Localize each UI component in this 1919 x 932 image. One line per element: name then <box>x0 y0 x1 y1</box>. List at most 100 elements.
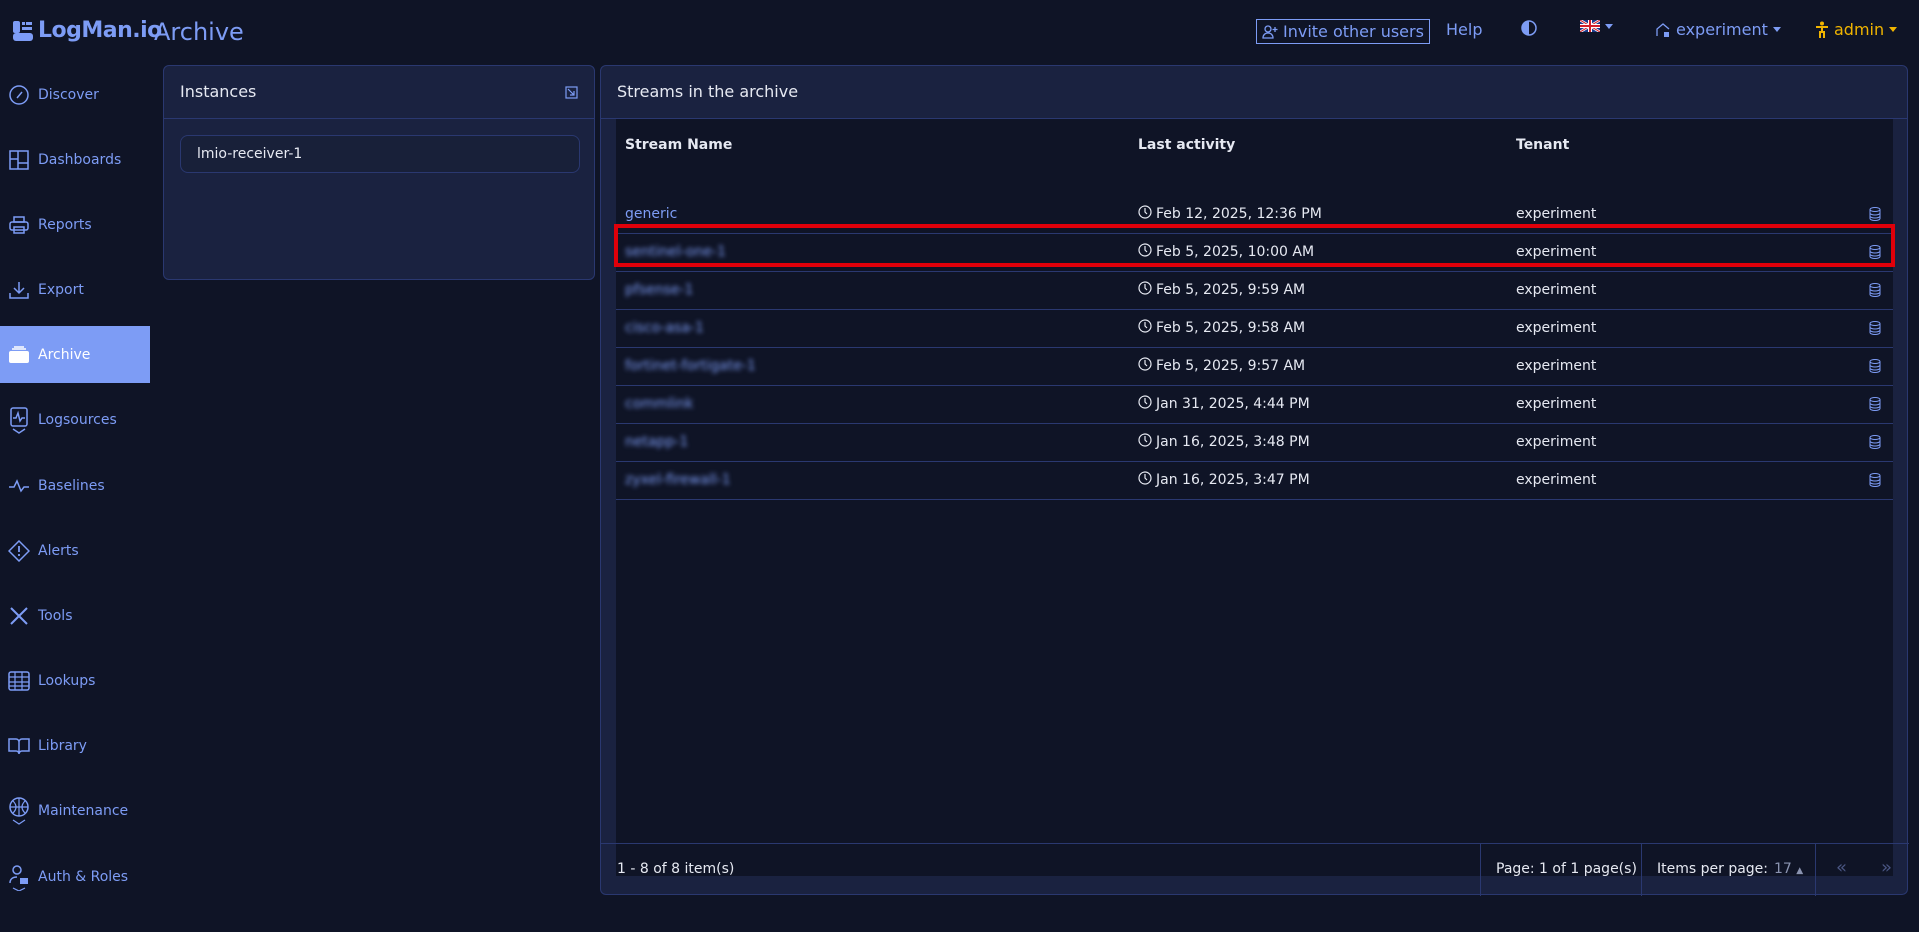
sidebar-item-dashboards[interactable]: Dashboards <box>0 131 150 188</box>
tenant: experiment <box>1516 206 1596 222</box>
sidebar-label: Export <box>38 282 84 298</box>
invite-label: Invite other users <box>1283 22 1424 41</box>
clock-icon <box>1138 471 1152 489</box>
items-per-page-select[interactable]: 17 ▲ <box>1774 861 1803 877</box>
brand-name: LogMan.io <box>38 18 162 43</box>
activity-icon <box>8 475 30 497</box>
stream-name-link[interactable]: netapp-1 <box>625 434 688 450</box>
page-info: Page: 1 of 1 page(s) <box>1496 861 1637 877</box>
database-icon[interactable] <box>1869 473 1881 491</box>
user-dropdown[interactable]: admin <box>1815 20 1897 39</box>
sidebar-item-tools[interactable]: Tools <box>0 587 150 644</box>
tenant-label: experiment <box>1676 20 1768 39</box>
compass-icon <box>8 84 30 106</box>
tenant: experiment <box>1516 320 1596 336</box>
sidebar-label: Discover <box>38 87 99 103</box>
table-row[interactable]: pfsense-1 Feb 5, 2025, 9:59 AM experimen… <box>616 272 1893 310</box>
user-label: admin <box>1834 20 1884 39</box>
help-link[interactable]: Help <box>1446 20 1482 39</box>
sidebar-item-archive[interactable]: Archive <box>0 326 150 383</box>
last-activity: Feb 5, 2025, 9:58 AM <box>1156 320 1305 336</box>
stream-name-link[interactable]: zyxel-firewall-1 <box>625 472 731 488</box>
column-header-tenant[interactable]: Tenant <box>1516 137 1569 153</box>
instance-item[interactable]: lmio-receiver-1 <box>180 135 580 173</box>
sidebar-item-baselines[interactable]: Baselines <box>0 457 150 514</box>
tenant: experiment <box>1516 396 1596 412</box>
clock-icon <box>1138 281 1152 299</box>
chevron-down-icon <box>1605 24 1613 29</box>
clock-icon <box>1138 395 1152 413</box>
table-row[interactable]: netapp-1 Jan 16, 2025, 3:48 PM experimen… <box>616 424 1893 462</box>
database-icon[interactable] <box>1869 283 1881 301</box>
theme-toggle[interactable] <box>1521 20 1537 36</box>
sidebar-item-auth-roles[interactable]: Auth & Roles <box>0 848 150 905</box>
database-icon[interactable] <box>1869 435 1881 453</box>
language-dropdown[interactable] <box>1580 20 1613 32</box>
table-row[interactable]: cisco-asa-1 Feb 5, 2025, 9:58 AM experim… <box>616 310 1893 348</box>
database-icon[interactable] <box>1869 245 1881 263</box>
database-icon[interactable] <box>1869 207 1881 225</box>
tenant: experiment <box>1516 244 1596 260</box>
sidebar-label: Logsources <box>38 412 117 428</box>
logo-icon <box>12 19 34 43</box>
sidebar-item-maintenance[interactable]: Maintenance <box>0 782 150 839</box>
sidebar-label: Maintenance <box>38 803 128 819</box>
table-row[interactable]: sentinel-one-1 Feb 5, 2025, 10:00 AM exp… <box>616 234 1893 272</box>
sidebar-item-reports[interactable]: Reports <box>0 196 150 253</box>
tenant-dropdown[interactable]: experiment <box>1655 20 1781 39</box>
sidebar-label: Alerts <box>38 543 79 559</box>
column-header-stream-name[interactable]: Stream Name <box>625 137 732 153</box>
database-icon[interactable] <box>1869 321 1881 339</box>
last-activity: Feb 12, 2025, 12:36 PM <box>1156 206 1322 222</box>
sidebar-item-export[interactable]: Export <box>0 261 150 318</box>
table-row[interactable]: fortinet-fortigate-1 Feb 5, 2025, 9:57 A… <box>616 348 1893 386</box>
database-icon[interactable] <box>1869 359 1881 377</box>
sidebar-label: Tools <box>38 608 73 624</box>
pagination-footer: 1 - 8 of 8 item(s) Page: 1 of 1 page(s) … <box>601 843 1909 895</box>
stream-name-link[interactable]: commlink <box>625 396 693 412</box>
tenant: experiment <box>1516 282 1596 298</box>
sidebar-item-lookups[interactable]: Lookups <box>0 652 150 709</box>
sidebar-item-library[interactable]: Library <box>0 717 150 774</box>
stream-name-link[interactable]: fortinet-fortigate-1 <box>625 358 756 374</box>
page-title: Archive <box>154 18 244 46</box>
sidebar-item-alerts[interactable]: Alerts <box>0 522 150 579</box>
next-page-icon[interactable]: » <box>1881 857 1892 878</box>
stream-name-link[interactable]: cisco-asa-1 <box>625 320 704 336</box>
clock-icon <box>1138 357 1152 375</box>
table-row[interactable]: generic Feb 12, 2025, 12:36 PM experimen… <box>616 196 1893 234</box>
column-header-last-activity[interactable]: Last activity <box>1138 137 1235 153</box>
stream-name-link[interactable]: sentinel-one-1 <box>625 244 726 260</box>
tenant: experiment <box>1516 472 1596 488</box>
tenant-icon <box>1655 22 1671 38</box>
clock-icon <box>1138 433 1152 451</box>
user-lock-icon <box>8 863 30 891</box>
book-icon <box>8 735 30 757</box>
sidebar-label: Baselines <box>38 478 105 494</box>
sidebar-label: Dashboards <box>38 152 121 168</box>
streams-table: Stream Name Last activity Tenant generic… <box>616 119 1893 876</box>
stream-name-link[interactable]: pfsense-1 <box>625 282 693 298</box>
sidebar-label: Library <box>38 738 87 754</box>
table-row[interactable]: zyxel-firewall-1 Jan 16, 2025, 3:47 PM e… <box>616 462 1893 500</box>
previous-page-icon[interactable]: « <box>1836 857 1847 878</box>
uk-flag-icon <box>1580 20 1600 32</box>
sidebar-item-logsources[interactable]: Logsources <box>0 391 150 448</box>
dashboard-icon <box>8 149 30 171</box>
expand-icon[interactable] <box>565 86 578 99</box>
globe-icon <box>8 797 30 825</box>
streams-panel: Streams in the archive Stream Name Last … <box>600 65 1908 895</box>
sidebar-label: Lookups <box>38 673 95 689</box>
sidebar-label: Reports <box>38 217 92 233</box>
invite-users-button[interactable]: Invite other users <box>1256 19 1430 44</box>
user-icon <box>1815 21 1829 39</box>
items-per-page-label: Items per page: <box>1657 861 1768 877</box>
brand-logo[interactable]: LogMan.io <box>12 18 162 43</box>
last-activity: Jan 16, 2025, 3:48 PM <box>1156 434 1310 450</box>
top-bar: LogMan.io Archive Invite other users Hel… <box>0 0 1919 65</box>
stream-name-link[interactable]: generic <box>625 206 677 222</box>
sidebar-item-discover[interactable]: Discover <box>0 66 150 123</box>
printer-icon <box>8 214 30 236</box>
database-icon[interactable] <box>1869 397 1881 415</box>
table-row[interactable]: commlink Jan 31, 2025, 4:44 PM experimen… <box>616 386 1893 424</box>
